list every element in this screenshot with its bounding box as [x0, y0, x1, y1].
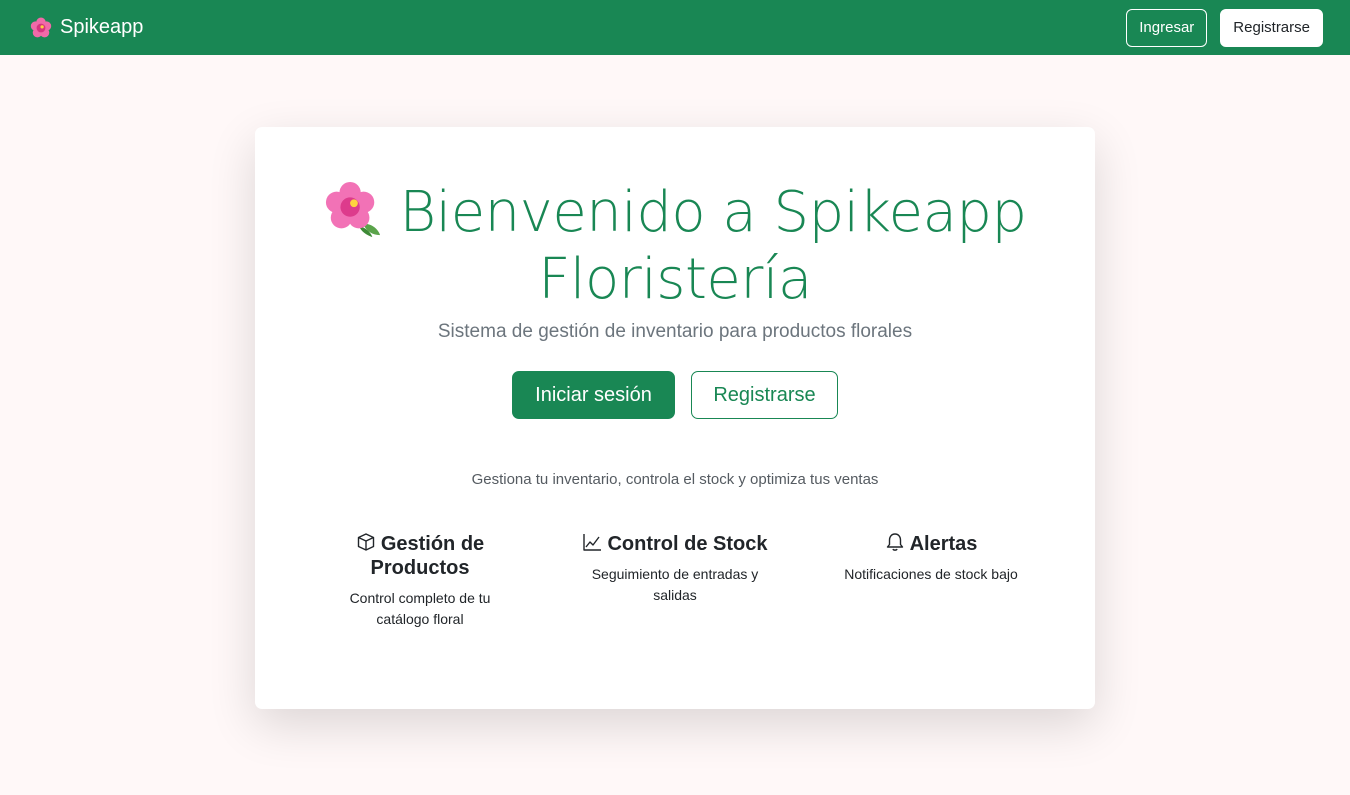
- title-line-1: Bienvenido a Spikeapp: [255, 179, 1095, 246]
- login-button[interactable]: Iniciar sesión: [512, 371, 675, 419]
- cta-buttons: Iniciar sesión Registrarse: [255, 371, 1095, 419]
- hibiscus-flower-icon: [30, 17, 52, 37]
- feature-products-title-text: Gestión de Productos: [370, 533, 485, 579]
- feature-stock-title: Control de Stock: [575, 532, 775, 556]
- feature-products: Gestión de Productos Control completo de…: [335, 532, 505, 630]
- hibiscus-flower-icon: [325, 181, 380, 238]
- welcome-card: Bienvenido a Spikeapp Floristería Sistem…: [255, 127, 1095, 709]
- nav-login-button[interactable]: Ingresar: [1126, 8, 1208, 47]
- line-chart-icon: [583, 534, 602, 551]
- feature-alerts-title-text: Alertas: [909, 533, 978, 555]
- feature-products-description: Control completo de tu catálogo floral: [349, 590, 491, 627]
- page-title: Bienvenido a Spikeapp Floristería: [255, 179, 1095, 313]
- brand-name: Spikeapp: [60, 16, 144, 38]
- title-text-line-1: Bienvenido a Spikeapp: [399, 180, 1028, 245]
- feature-stock-title-text: Control de Stock: [607, 533, 768, 555]
- register-button[interactable]: Registrarse: [691, 371, 838, 419]
- box-icon: [357, 533, 375, 551]
- brand-link[interactable]: Spikeapp: [30, 16, 143, 39]
- nav-actions: Ingresar Registrarse: [1126, 8, 1323, 47]
- feature-stock-description: Seguimiento de entradas y salidas: [591, 566, 759, 603]
- feature-stock: Control de Stock Seguimiento de entradas…: [575, 532, 775, 606]
- bell-icon: [886, 533, 903, 551]
- top-navbar: Spikeapp Ingresar Registrarse: [0, 0, 1350, 55]
- feature-alerts-title: Alertas: [831, 532, 1031, 556]
- nav-register-button[interactable]: Registrarse: [1220, 8, 1323, 47]
- feature-alerts-description: Notificaciones de stock bajo: [844, 566, 1018, 582]
- feature-products-title: Gestión de Productos: [335, 532, 505, 580]
- feature-alerts: Alertas Notificaciones de stock bajo: [831, 532, 1031, 585]
- tagline-text: Gestiona tu inventario, controla el stoc…: [471, 471, 879, 488]
- lead-text: Sistema de gestión de inventario para pr…: [437, 321, 913, 342]
- title-text-line-2: Floristería: [538, 247, 812, 312]
